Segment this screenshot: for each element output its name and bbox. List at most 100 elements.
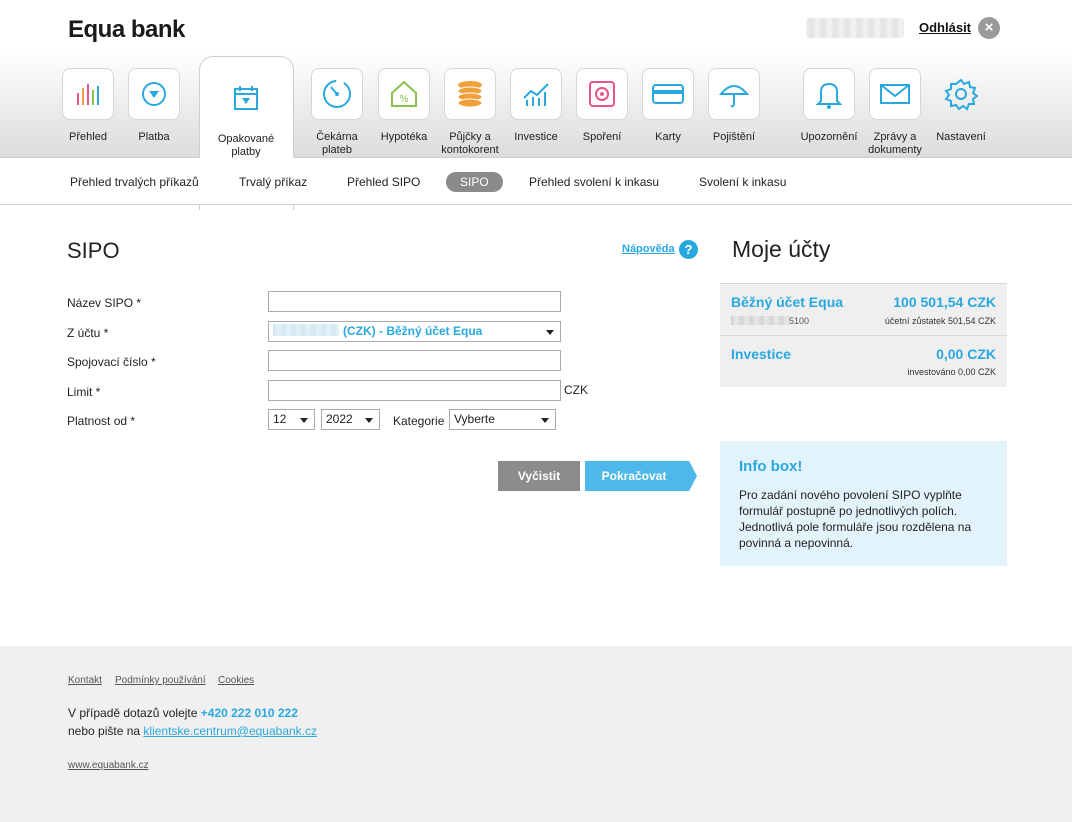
subnav-prehled-svoleni-k-inkasu[interactable]: Přehled svolení k inkasu	[529, 175, 659, 189]
calendar-icon	[220, 72, 272, 124]
nav-item-investice[interactable]: Investice	[506, 68, 566, 144]
footer-link-kontakt[interactable]: Kontakt	[68, 675, 102, 686]
footer-website-link[interactable]: www.equabank.cz	[68, 760, 149, 771]
account-number-suffix: 5100	[789, 316, 810, 326]
bell-icon	[803, 68, 855, 120]
nav-label: Zprávy a dokumenty	[868, 131, 922, 156]
info-box: Info box! Pro zadání nového povolení SIP…	[720, 441, 1007, 566]
subnav-svoleni-k-inkasu[interactable]: Svolení k inkasu	[699, 175, 786, 189]
account-balance-note: účetní zůstatek 501,54 CZK	[884, 316, 996, 326]
clock-icon	[311, 68, 363, 120]
month-value: 12	[273, 412, 287, 426]
limit-currency: CZK	[564, 383, 588, 397]
umbrella-icon	[708, 68, 760, 120]
account-amount: 100 501,54 CZK	[893, 294, 996, 310]
nav-item-pujcky[interactable]: Půjčky a kontokorent	[440, 68, 500, 157]
nav-label: Nastavení	[936, 131, 986, 143]
nav-item-opakovane-platby[interactable]: Opakované platby	[216, 56, 276, 159]
help-link[interactable]: Nápověda	[622, 243, 675, 255]
account-number-redacted	[731, 316, 789, 325]
nav-label: Karty	[655, 131, 681, 143]
nav-item-platba[interactable]: Platba	[124, 68, 184, 144]
subnav-prehled-trvalych-prikazu[interactable]: Přehled trvalých příkazů	[70, 175, 199, 189]
payment-icon	[128, 68, 180, 120]
nav-item-nastaveni[interactable]: Nastavení	[931, 68, 991, 144]
my-accounts-title: Moje účty	[732, 236, 831, 262]
account-amount: 0,00 CZK	[936, 346, 996, 362]
account-row[interactable]: Běžný účet Equa 100 501,54 CZK 5100 účet…	[720, 284, 1007, 335]
user-name-redacted	[806, 18, 904, 38]
footer-link-cookies[interactable]: Cookies	[218, 675, 254, 686]
investment-icon	[510, 68, 562, 120]
coins-icon	[444, 68, 496, 120]
from-account-select[interactable]: (CZK) - Běžný účet Equa	[268, 321, 561, 342]
svg-text:%: %	[399, 94, 409, 105]
info-box-title: Info box!	[739, 458, 803, 475]
category-select[interactable]: Vyberte	[449, 409, 556, 430]
year-value: 2022	[326, 412, 353, 426]
top-bar: Equa bank Odhlásit ×	[0, 0, 1072, 52]
month-select[interactable]: 12	[268, 409, 315, 430]
connection-number-input[interactable]	[268, 350, 561, 371]
footer-contact-line: V případě dotazů volejte +420 222 010 22…	[68, 706, 298, 720]
chevron-down-icon	[300, 418, 308, 423]
footer-phone[interactable]: +420 222 010 222	[201, 706, 298, 720]
logout-link[interactable]: Odhlásit	[919, 20, 971, 35]
bar-chart-icon	[62, 68, 114, 120]
main-navigation: Přehled Platba Opakované platby Čekárna …	[0, 52, 1072, 210]
nav-label: Spoření	[582, 131, 622, 143]
subnav-prehled-sipo[interactable]: Přehled SIPO	[347, 175, 420, 189]
nav-item-prehled[interactable]: Přehled	[58, 68, 118, 144]
nav-item-karty[interactable]: Karty	[638, 68, 698, 144]
footer-email-link[interactable]: klientske.centrum@equabank.cz	[143, 724, 317, 738]
nav-item-upozorneni[interactable]: Upozornění	[799, 68, 859, 144]
from-account-value: (CZK) - Běžný účet Equa	[343, 324, 483, 338]
nav-label: Půjčky a kontokorent	[441, 131, 499, 156]
name-label: Název SIPO *	[67, 296, 142, 310]
help-icon[interactable]: ?	[679, 240, 698, 259]
limit-label: Limit *	[67, 385, 101, 399]
chevron-down-icon	[546, 330, 554, 335]
continue-button[interactable]: Pokračovat	[585, 461, 697, 491]
chevron-down-icon	[541, 418, 549, 423]
account-name[interactable]: Běžný účet Equa	[731, 294, 843, 310]
nav-label: Hypotéka	[380, 131, 428, 143]
nav-label: Pojištění	[712, 131, 756, 143]
account-balance-note: investováno 0,00 CZK	[907, 367, 996, 377]
footer: Kontakt Podmínky používání Cookies V pří…	[0, 646, 1072, 822]
account-row[interactable]: Investice 0,00 CZK investováno 0,00 CZK	[720, 335, 1007, 387]
nav-item-sporeni[interactable]: Spoření	[572, 68, 632, 144]
nav-item-pojisteni[interactable]: Pojištění	[704, 68, 764, 144]
nav-label: Přehled	[69, 131, 107, 143]
nav-label: Investice	[514, 131, 558, 143]
safe-icon	[576, 68, 628, 120]
valid-from-label: Platnost od *	[67, 414, 136, 428]
footer-email-line: nebo pište na klientske.centrum@equabank…	[68, 724, 317, 738]
equa-bank-logo[interactable]: Equa bank	[68, 16, 185, 44]
account-name[interactable]: Investice	[731, 346, 791, 362]
accounts-panel: Běžný účet Equa 100 501,54 CZK 5100 účet…	[720, 283, 1007, 387]
nav-item-zpravy[interactable]: Zprávy a dokumenty	[865, 68, 925, 157]
house-percent-icon: %	[378, 68, 430, 120]
nav-label: Platba	[138, 131, 170, 143]
footer-link-podminky[interactable]: Podmínky používání	[115, 675, 206, 686]
envelope-icon	[869, 68, 921, 120]
subnav-trvaly-prikaz[interactable]: Trvalý příkaz	[239, 175, 307, 189]
card-icon	[642, 68, 694, 120]
category-label: Kategorie	[393, 414, 445, 428]
nav-label: Opakované platby	[217, 133, 275, 158]
clear-button[interactable]: Vyčistit	[498, 461, 580, 491]
chevron-down-icon	[365, 418, 373, 423]
account-number-redacted	[273, 324, 339, 336]
nav-item-cekarna-plateb[interactable]: Čekárna plateb	[307, 68, 367, 157]
account-number: 5100	[731, 316, 809, 326]
limit-input[interactable]	[268, 380, 561, 401]
category-value: Vyberte	[454, 412, 495, 426]
connection-number-label: Spojovací číslo *	[67, 355, 156, 369]
close-icon[interactable]: ×	[978, 17, 1000, 39]
year-select[interactable]: 2022	[321, 409, 380, 430]
footer-email-text: nebo pište na	[68, 724, 141, 738]
nav-item-hypoteka[interactable]: % Hypotéka	[374, 68, 434, 144]
subnav-sipo[interactable]: SIPO	[446, 172, 503, 192]
sipo-name-input[interactable]	[268, 291, 561, 312]
